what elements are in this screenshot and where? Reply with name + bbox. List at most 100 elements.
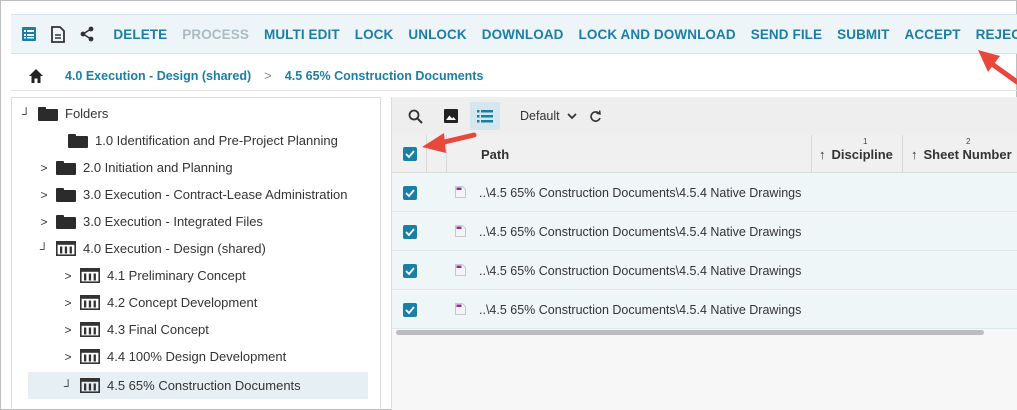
toolbar-button-delete[interactable]: DELETE	[113, 27, 167, 42]
expand-chevron-icon[interactable]: >	[62, 323, 74, 337]
toolbar-button-lock[interactable]: LOCK	[355, 27, 394, 42]
expand-chevron-icon[interactable]: >	[38, 188, 50, 202]
horizontal-scrollbar[interactable]	[396, 330, 984, 335]
expand-chevron-icon[interactable]: >	[38, 215, 50, 229]
toolbar-button-accept[interactable]: ACCEPT	[904, 27, 960, 42]
row-path: ..\4.5 65% Construction Documents\4.5.4 …	[479, 264, 802, 278]
document-icon[interactable]	[48, 23, 69, 45]
row-path: ..\4.5 65% Construction Documents\4.5.4 …	[479, 303, 802, 317]
tree-item-label: 4.5 65% Construction Documents	[107, 378, 301, 393]
row-checkbox[interactable]	[403, 303, 417, 317]
tree-item[interactable]: ┘ 4.5 65% Construction Documents	[28, 372, 368, 399]
tree-item[interactable]: >4.4 100% Design Development	[62, 343, 286, 370]
view-selector[interactable]: Default	[520, 109, 577, 123]
folder-icon	[68, 133, 88, 148]
folder-icon	[56, 160, 76, 175]
library-folder-icon	[80, 295, 100, 310]
refresh-icon[interactable]	[581, 102, 611, 130]
drawing-file-icon	[455, 264, 466, 276]
select-all-checkbox[interactable]	[403, 147, 417, 161]
tree-item[interactable]: >2.0 Initiation and Planning	[38, 154, 232, 181]
tree-item-label: Folders	[65, 106, 109, 121]
column-header-sheet-number[interactable]: 2 ↑ Sheet Number	[911, 135, 1012, 173]
column-divider	[902, 135, 903, 173]
folder-tree: ┘ Folders 1.0 Identification and Pre-Proje…	[11, 97, 381, 410]
toolbar-button-lock-and-download[interactable]: LOCK AND DOWNLOAD	[579, 27, 736, 42]
column-label-sheet-number: Sheet Number	[923, 146, 1012, 162]
toolbar-button-download[interactable]: DOWNLOAD	[482, 27, 564, 42]
collapse-toggle-icon[interactable]: ┘	[38, 242, 50, 256]
row-path: ..\4.5 65% Construction Documents\4.5.4 …	[479, 225, 802, 239]
list-view-icon[interactable]	[19, 23, 40, 45]
breadcrumb-item-construction-docs[interactable]: 4.5 65% Construction Documents	[285, 69, 484, 83]
column-divider	[446, 135, 447, 173]
image-view-icon[interactable]	[436, 102, 466, 130]
tree-item[interactable]: >3.0 Execution - Contract-Lease Administ…	[38, 181, 347, 208]
chevron-down-icon	[566, 112, 577, 119]
tree-item[interactable]: >3.0 Execution - Integrated Files	[38, 208, 263, 235]
view-selector-label: Default	[520, 109, 560, 123]
action-toolbar: DELETE PROCESS MULTI EDIT LOCK UNLOCK DOWNLOA…	[11, 14, 1017, 54]
tree-item-label: 4.4 100% Design Development	[107, 349, 287, 364]
table-row[interactable]: ..\4.5 65% Construction Documents\4.5.4 …	[392, 291, 1017, 329]
tree-item[interactable]: >4.1 Preliminary Concept	[62, 262, 246, 289]
row-checkbox[interactable]	[403, 225, 417, 239]
table-row[interactable]: ..\4.5 65% Construction Documents\4.5.4 …	[392, 252, 1017, 290]
toolbar-button-send-file[interactable]: SEND FILE	[751, 27, 822, 42]
column-header-path[interactable]: Path	[481, 135, 509, 173]
search-icon[interactable]	[400, 102, 430, 130]
tree-item-label: 3.0 Execution - Contract-Lease Administr…	[83, 187, 348, 202]
library-folder-icon	[80, 349, 100, 364]
tree-item[interactable]: ┘ 4.0 Execution - Design (shared)	[38, 235, 266, 262]
toolbar-button-unlock[interactable]: UNLOCK	[408, 27, 466, 42]
folder-icon	[56, 187, 76, 202]
folder-icon	[56, 214, 76, 229]
tree-item-label: 4.0 Execution - Design (shared)	[83, 241, 266, 256]
expand-chevron-icon[interactable]: >	[38, 161, 50, 175]
breadcrumb-item-design[interactable]: 4.0 Execution - Design (shared)	[65, 69, 251, 83]
row-checkbox[interactable]	[403, 186, 417, 200]
folder-icon	[38, 106, 58, 121]
home-icon[interactable]	[27, 67, 45, 85]
row-path: ..\4.5 65% Construction Documents\4.5.4 …	[479, 186, 802, 200]
tree-item-label: 4.1 Preliminary Concept	[107, 268, 246, 283]
sort-arrow-discipline: ↑	[819, 146, 826, 162]
sort-order-discipline: 1	[863, 137, 868, 146]
expand-chevron-icon[interactable]: >	[62, 296, 74, 310]
collapse-toggle-icon[interactable]: ┘	[20, 107, 32, 121]
table-row[interactable]: ..\4.5 65% Construction Documents\4.5.4 …	[392, 213, 1017, 251]
library-folder-icon	[80, 322, 100, 337]
column-header-discipline[interactable]: 1 ↑ Discipline	[819, 135, 893, 173]
table-header: Path 1 ↑ Discipline 2 ↑ Sheet Number	[392, 135, 1017, 173]
share-icon[interactable]	[77, 23, 98, 45]
expand-chevron-icon[interactable]: >	[62, 269, 74, 283]
library-folder-icon	[56, 241, 76, 256]
library-folder-icon	[80, 378, 100, 393]
toolbar-button-multi-edit[interactable]: MULTI EDIT	[264, 27, 340, 42]
tree-item[interactable]: 1.0 Identification and Pre-Project Plann…	[50, 127, 338, 154]
breadcrumb: 4.0 Execution - Design (shared) > 4.5 65…	[11, 61, 1017, 91]
collapse-toggle-icon[interactable]: ┘	[62, 379, 74, 393]
toolbar-button-reject[interactable]: REJECT	[976, 27, 1017, 42]
column-divider	[811, 135, 812, 173]
row-checkbox[interactable]	[403, 264, 417, 278]
tree-item-label: 1.0 Identification and Pre-Project Plann…	[95, 133, 338, 148]
tree-item-label: 4.3 Final Concept	[107, 322, 209, 337]
tree-item-label: 3.0 Execution - Integrated Files	[83, 214, 263, 229]
sort-arrow-sheet-number: ↑	[911, 146, 918, 162]
tree-item-label: 4.2 Concept Development	[107, 295, 258, 310]
table-row[interactable]: ..\4.5 65% Construction Documents\4.5.4 …	[392, 174, 1017, 212]
list-toolbar: Default	[392, 97, 1017, 135]
library-folder-icon	[80, 268, 100, 283]
drawing-file-icon	[455, 303, 466, 315]
column-label-path: Path	[481, 146, 510, 162]
file-list-panel: Default Path 1 ↑ Discipline 2 ↑ Sheet Nu…	[391, 97, 1017, 410]
toolbar-button-process[interactable]: PROCESS	[182, 27, 249, 42]
tree-item[interactable]: >4.3 Final Concept	[62, 316, 209, 343]
tree-item[interactable]: ┘ Folders	[20, 100, 109, 127]
breadcrumb-separator: >	[264, 68, 272, 83]
list-view-active-icon[interactable]	[470, 102, 500, 130]
expand-chevron-icon[interactable]: >	[62, 350, 74, 364]
tree-item[interactable]: >4.2 Concept Development	[62, 289, 257, 316]
toolbar-button-submit[interactable]: SUBMIT	[837, 27, 889, 42]
